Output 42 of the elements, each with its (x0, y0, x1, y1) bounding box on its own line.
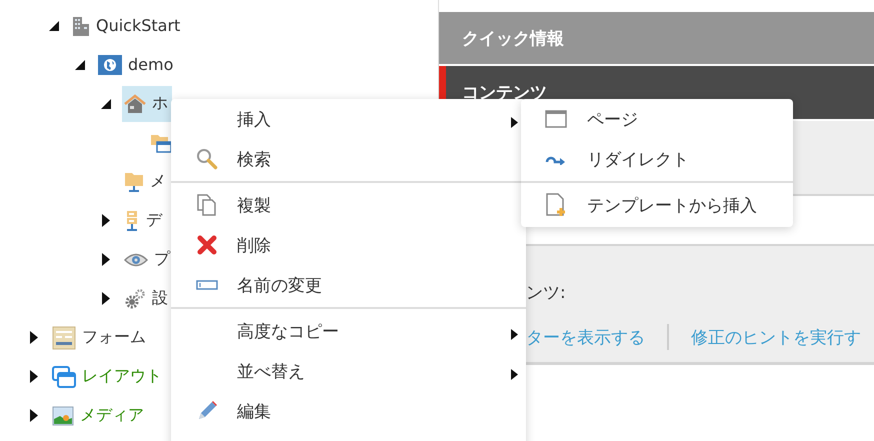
tree-item[interactable]: メ (122, 164, 170, 200)
globe-icon (98, 54, 122, 74)
delete-icon (197, 235, 217, 255)
tree-item[interactable]: フォーム (50, 320, 150, 356)
expand-arrow-icon[interactable] (30, 409, 38, 422)
expand-arrow-icon[interactable] (30, 370, 38, 383)
tree-item[interactable]: ホ (122, 86, 172, 122)
tree-item[interactable]: demo (96, 46, 178, 82)
window-icon (545, 110, 567, 128)
rename-icon (196, 280, 218, 290)
eye-icon (124, 252, 148, 268)
collapse-arrow-icon[interactable] (49, 20, 59, 30)
menu-item[interactable]: 高度なコピー (171, 311, 526, 351)
menu-item[interactable]: 並べ替え (171, 351, 526, 391)
server-icon (124, 210, 140, 232)
collapse-arrow-icon[interactable] (101, 98, 111, 108)
tree-item[interactable]: QuickStart (70, 8, 184, 44)
expand-arrow-icon[interactable] (102, 253, 110, 266)
gears-icon (124, 288, 146, 310)
expand-arrow-icon[interactable] (30, 331, 38, 344)
tree-item[interactable]: メディア (50, 398, 148, 434)
tree-item[interactable]: 設 (122, 280, 172, 316)
tree-item[interactable]: レイアウト (50, 358, 166, 394)
menu-item[interactable]: 編集 (171, 391, 526, 431)
expand-arrow-icon[interactable] (102, 214, 110, 227)
menu-item[interactable]: 削除 (171, 225, 526, 265)
pencil-icon (196, 400, 218, 422)
copy-icon (197, 194, 217, 216)
building-icon (72, 16, 90, 36)
tree-item[interactable]: プ (122, 242, 174, 278)
image-icon (52, 406, 74, 426)
collapse-arrow-icon[interactable] (75, 60, 85, 70)
windows-icon (52, 366, 76, 388)
house-icon (124, 94, 146, 114)
tree-item[interactable]: デ (122, 202, 166, 238)
folder-network-icon (124, 170, 144, 192)
form-icon (52, 326, 76, 350)
search-icon (196, 148, 218, 170)
menu-item[interactable]: 名前の変更 (171, 265, 526, 305)
new-document-icon (546, 193, 566, 217)
content-label: ンツ: (526, 282, 566, 304)
expand-arrow-icon[interactable] (102, 292, 110, 305)
